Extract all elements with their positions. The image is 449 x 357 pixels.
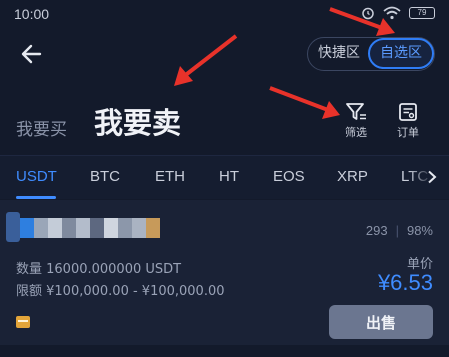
- orders-button[interactable]: 订单: [388, 102, 428, 140]
- orders-icon: [399, 103, 417, 121]
- tab-ht[interactable]: HT: [219, 168, 239, 185]
- currency-tabs: USDT BTC ETH HT EOS XRP LTC: [0, 155, 449, 199]
- filter-button[interactable]: 筛选: [336, 102, 376, 140]
- buy-tab[interactable]: 我要买: [16, 115, 67, 140]
- sell-tab[interactable]: 我要卖: [94, 100, 181, 142]
- stats-divider: |: [395, 223, 399, 238]
- alarm-icon: [362, 7, 374, 20]
- active-tab-indicator: [16, 196, 56, 199]
- chevron-right-icon[interactable]: [427, 170, 437, 184]
- payment-card-icon: [16, 316, 30, 328]
- tab-eth[interactable]: ETH: [155, 168, 185, 185]
- custom-zone-tab[interactable]: 自选区: [368, 38, 434, 69]
- quantity-text: 数量 16000.000000 USDT: [16, 262, 182, 277]
- merchant-name-blurred: [20, 218, 170, 238]
- header: 快捷区 自选区: [0, 30, 449, 80]
- filter-icon: [346, 103, 366, 120]
- listing-card[interactable]: 293 | 98% 数量 16000.000000 USDT 限额 ¥100,000…: [0, 200, 449, 345]
- orders-label: 订单: [397, 126, 419, 139]
- tab-xrp[interactable]: XRP: [337, 168, 368, 185]
- sell-button[interactable]: 出售: [329, 305, 433, 339]
- merchant-stats: 293 | 98%: [366, 223, 433, 238]
- quick-zone-tab[interactable]: 快捷区: [308, 38, 370, 69]
- status-time: 10:00: [14, 6, 50, 22]
- back-button[interactable]: [18, 40, 46, 68]
- back-arrow-icon: [21, 44, 42, 64]
- battery-indicator: 79: [409, 7, 435, 19]
- unit-price: ¥6.53: [377, 270, 433, 295]
- trade-direction-row: 我要买 我要卖 筛选 订单: [0, 90, 449, 150]
- trade-count: 293: [365, 223, 388, 238]
- limit-text: 限额 ¥100,000.00 - ¥100,000.00: [16, 284, 225, 299]
- tab-btc[interactable]: BTC: [90, 168, 120, 185]
- tab-eos[interactable]: EOS: [273, 168, 305, 185]
- status-bar: 10:00 79: [0, 0, 449, 30]
- wifi-icon: [383, 6, 401, 20]
- avatar: [6, 212, 20, 242]
- zone-switch: 快捷区 自选区: [307, 37, 435, 71]
- completion-rate: 98%: [406, 223, 433, 238]
- status-icons: 79: [361, 6, 435, 20]
- tab-usdt[interactable]: USDT: [16, 168, 57, 185]
- filter-label: 筛选: [345, 126, 367, 139]
